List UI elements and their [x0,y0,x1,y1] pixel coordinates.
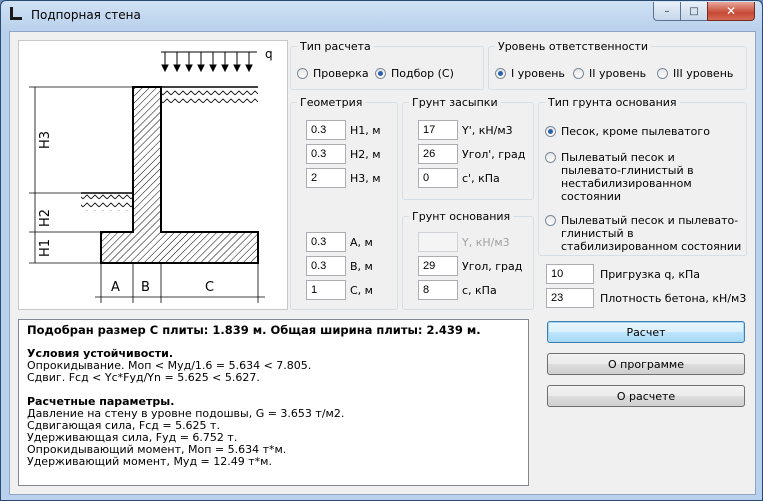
b-label: B, м [350,260,373,273]
radio-level-3-label: III уровень [673,67,734,80]
a-field[interactable] [306,232,346,252]
base-angle-field[interactable] [418,256,458,276]
h2-field[interactable] [306,144,346,164]
h3-field[interactable] [306,168,346,188]
radio-select-indicator[interactable] [375,68,386,79]
a-label: A, м [350,236,373,249]
responsibility-label: Уровень ответственности [495,40,652,53]
h1-label: H1, м [350,124,381,137]
radio-unstable-label[interactable]: Пылеватый песок и пылевато-глинистый в н… [561,151,737,203]
radio-level-1[interactable]: I уровень [495,67,565,80]
geometry-label: Геометрия [297,96,366,109]
h1-field[interactable] [306,120,346,140]
calculate-button[interactable]: Расчет [547,321,745,343]
close-button[interactable]: ✕ [707,2,755,21]
client-area: q H3 H2 H1 A B C Тип расчета Проверка По… [9,31,756,495]
radio-check-indicator[interactable] [297,68,308,79]
about-program-button[interactable]: О программе [547,353,745,375]
minimize-button[interactable]: – [653,2,681,21]
base-c-field[interactable] [418,280,458,300]
concrete-density-label: Плотность бетона, кН/м3 [600,292,747,305]
radio-check-label: Проверка [313,67,369,80]
radio-sand[interactable]: Песок, кроме пылеватого [545,125,710,138]
radio-level-1-indicator[interactable] [495,68,506,79]
label-b: B [141,280,150,295]
base-type-label: Тип грунта основания [545,96,680,109]
h2-label: H2, м [350,148,381,161]
base-gamma-label: Y, кН/м3 [462,236,510,249]
calc-type-group: Тип расчета Проверка Подбор (С) [290,40,484,90]
backfill-angle-label: Угол', град [462,148,526,161]
radio-sand-indicator[interactable] [545,126,556,137]
wall-diagram: q H3 H2 H1 A B C [29,47,273,303]
radio-level-2-label: II уровень [589,67,647,80]
wall-drawing: q H3 H2 H1 A B C [18,40,288,310]
label-h3: H3 [38,131,53,149]
load-label: Пригрузка q, кПа [600,268,701,281]
label-h1: H1 [38,239,53,257]
backfill-angle-field[interactable] [418,144,458,164]
base-soil-label: Грунт основания [409,210,514,223]
radio-unstable-indicator[interactable] [545,152,556,163]
radio-sand-label: Песок, кроме пылеватого [561,125,710,138]
load-field[interactable] [546,264,594,284]
b-field[interactable] [306,256,346,276]
backfill-c-field[interactable] [418,168,458,188]
backfill-gamma-field[interactable] [418,120,458,140]
radio-select[interactable]: Подбор (С) [375,67,454,80]
radio-stable-indicator[interactable] [545,215,556,226]
label-q: q [265,47,273,61]
radio-level-2-indicator[interactable] [573,68,584,79]
radio-level-2[interactable]: II уровень [573,67,646,80]
result-summary: Подобран размер С плиты: 1.839 м. Общая … [27,323,481,337]
base-gamma-field[interactable] [418,232,458,252]
shear-line: Сдвиг. Fсд < Yc*Fуд/Yn = 5.625 < 5.627. [27,371,260,384]
main-window: Подпорная стена – □ ✕ q H3 H2 H1 A B C Т… [0,0,763,501]
radio-check[interactable]: Проверка [297,67,369,80]
base-angle-label: Угол, град [462,260,523,273]
maximize-button[interactable]: □ [680,2,708,21]
base-type-group: Тип грунта основания Песок, кроме пылева… [538,96,747,256]
calc-type-label: Тип расчета [297,40,374,53]
label-h2: H2 [38,209,53,227]
app-icon [10,7,22,20]
responsibility-group: Уровень ответственности I уровень II уро… [488,40,747,90]
h3-label: H3, м [350,172,381,185]
radio-stable-label[interactable]: Пылеватый песок и пылевато-глинистый в с… [561,214,743,253]
backfill-c-label: c', кПа [462,172,500,185]
concrete-density-field[interactable] [546,288,594,308]
result-text-area[interactable]: Подобран размер С плиты: 1.839 м. Общая … [18,319,529,486]
c-field[interactable] [306,280,346,300]
window-title: Подпорная стена [31,8,141,22]
radio-level-3-indicator[interactable] [657,68,668,79]
label-a: A [111,280,120,295]
backfill-label: Грунт засыпки [409,96,501,109]
about-calc-button[interactable]: О расчете [547,385,745,407]
label-c: C [205,280,214,295]
radio-select-label: Подбор (С) [391,67,454,80]
base-c-label: c, кПа [462,284,497,297]
c-label: C, м [350,284,373,297]
radio-level-3[interactable]: III уровень [657,67,733,80]
radio-level-1-label: I уровень [511,67,565,80]
backfill-gamma-label: Y', кН/м3 [462,124,513,137]
hold-moment-line: Удерживающий момент, Муд = 12.49 т*м. [27,455,272,468]
title-bar[interactable]: Подпорная стена – □ ✕ [1,1,762,29]
